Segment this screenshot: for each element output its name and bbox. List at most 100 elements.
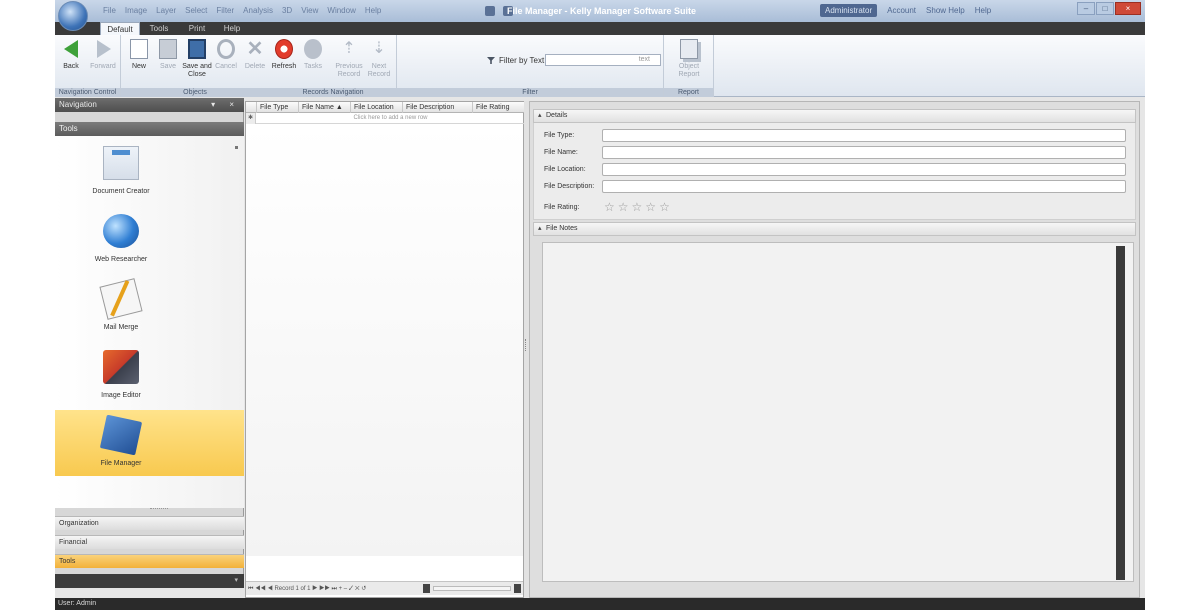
navigation-header: Navigation ▾ ×	[55, 98, 244, 112]
tools-section-header[interactable]: Tools	[55, 122, 244, 136]
back-button[interactable]: Back	[57, 39, 85, 83]
close-icon[interactable]: ×	[1115, 2, 1141, 15]
account-link[interactable]: Account	[887, 6, 916, 15]
mail-merge-icon	[99, 278, 143, 320]
star-icon[interactable]: ☆	[618, 201, 629, 213]
navigation-header-controls[interactable]: ▾ ×	[211, 98, 240, 112]
object-report-label: Object Report	[678, 63, 700, 78]
tab-default[interactable]: Default	[100, 22, 140, 35]
star-icon[interactable]: ☆	[632, 201, 643, 213]
file-notes-section-header[interactable]: ▴ File Notes	[533, 222, 1136, 236]
next-record-button[interactable]: ⇣ Next Record	[365, 39, 393, 83]
tool-label: Document Creator	[92, 188, 150, 195]
save-and-close-button[interactable]: Save and Close	[182, 39, 212, 83]
previous-record-button[interactable]: ⇡ Previous Record	[335, 39, 363, 83]
menu-item[interactable]: File	[103, 6, 116, 15]
user-chip[interactable]: Administrator	[820, 4, 878, 17]
ribbon-group-label: Filter	[397, 88, 663, 97]
scroll-left-icon[interactable]	[423, 584, 430, 593]
file-description-field[interactable]	[602, 180, 1126, 193]
menu-item[interactable]: Filter	[216, 6, 234, 15]
show-help-link[interactable]: Show Help	[926, 6, 965, 15]
object-report-button[interactable]: Object Report	[675, 39, 703, 83]
file-notes-editor[interactable]	[542, 242, 1134, 582]
app-window: File Image Layer Select Filter Analysis …	[55, 0, 1145, 598]
grid-body[interactable]	[246, 124, 523, 556]
refresh-icon	[275, 39, 293, 59]
tool-file-manager[interactable]: File Manager	[55, 410, 244, 476]
delete-button[interactable]: ✕ Delete	[241, 39, 269, 83]
tasks-button-label: Tasks	[304, 63, 322, 70]
file-location-field[interactable]	[602, 163, 1126, 176]
file-rating-stars[interactable]: ☆ ☆ ☆ ☆ ☆	[604, 201, 670, 213]
image-editor-icon	[103, 350, 139, 384]
window-controls: – □ ×	[1077, 2, 1141, 15]
tab-print[interactable]: Print	[185, 22, 209, 35]
cancel-button[interactable]: Cancel	[212, 39, 240, 83]
menu-item[interactable]: Analysis	[243, 6, 273, 15]
column-header-file-name[interactable]: File Name ▲	[298, 102, 350, 113]
column-header-file-location[interactable]: File Location	[350, 102, 402, 113]
report-icon	[680, 39, 698, 59]
minimize-icon[interactable]: –	[1077, 2, 1095, 15]
ribbon-group-navigation-control: Back Forward Navigation Control	[55, 35, 121, 97]
new-row[interactable]: ✱ Click here to add a new row	[246, 113, 525, 124]
details-section-header[interactable]: ▴ Details	[533, 109, 1136, 123]
nav-group-tools[interactable]: Tools	[55, 554, 244, 568]
quick-access-icon[interactable]	[485, 6, 495, 16]
file-name-field[interactable]	[602, 146, 1126, 159]
file-notes-section-title: File Notes	[546, 225, 578, 232]
maximize-icon[interactable]: □	[1096, 2, 1114, 15]
filter-icon	[487, 57, 495, 64]
tab-help[interactable]: Help	[221, 22, 243, 35]
ribbon: Back Forward Navigation Control New Save…	[55, 35, 1145, 97]
menu-bar: File Image Layer Select Filter Analysis …	[103, 6, 381, 15]
vertical-scrollbar[interactable]	[1116, 246, 1125, 580]
menu-item[interactable]: Help	[365, 6, 381, 15]
filter-label-text: Filter by Text	[499, 56, 545, 65]
tool-document-creator[interactable]: Document Creator	[55, 138, 244, 204]
document-creator-icon	[103, 146, 139, 180]
ribbon-group-label: Objects	[121, 88, 269, 97]
forward-button[interactable]: Forward	[89, 39, 117, 83]
help-link[interactable]: Help	[975, 6, 991, 15]
star-icon[interactable]: ☆	[604, 201, 615, 213]
sort-ascending-icon: ▲	[335, 104, 343, 111]
new-button[interactable]: New	[125, 39, 153, 83]
column-header-file-type[interactable]: File Type	[256, 102, 298, 113]
configure-buttons-icon[interactable]: ▾	[234, 576, 238, 584]
menu-item[interactable]: Image	[125, 6, 147, 15]
tool-mail-merge[interactable]: Mail Merge	[55, 274, 244, 340]
files-grid: File Type File Name ▲ File Location File…	[245, 101, 525, 598]
ribbon-group-label: Records Navigation	[269, 88, 397, 97]
star-icon[interactable]: ☆	[659, 201, 670, 213]
file-type-field[interactable]	[602, 129, 1126, 142]
navigation-panel: Navigation ▾ × Tools Document Creator We…	[55, 98, 244, 588]
column-header-file-rating[interactable]: File Rating	[472, 102, 525, 113]
tool-image-editor[interactable]: Image Editor	[55, 342, 244, 408]
application-menu-button[interactable]	[58, 1, 88, 31]
scroll-right-icon[interactable]	[514, 584, 521, 593]
column-header-file-description[interactable]: File Description	[402, 102, 472, 113]
star-icon[interactable]: ☆	[645, 201, 656, 213]
menu-item[interactable]: Layer	[156, 6, 176, 15]
file-manager-icon	[99, 414, 143, 456]
details-panel: ▴ Details File Type: File Name: File Loc…	[529, 101, 1140, 598]
tasks-button[interactable]: Tasks	[299, 39, 327, 83]
save-button[interactable]: Save	[154, 39, 182, 83]
horizontal-scrollbar[interactable]	[433, 586, 511, 591]
nav-group-financial[interactable]: Financial	[55, 535, 244, 549]
menu-item[interactable]: Select	[185, 6, 207, 15]
panel-resize-handle[interactable]	[150, 508, 168, 510]
menu-item[interactable]: 3D	[282, 6, 292, 15]
navigation-title: Navigation	[59, 100, 97, 109]
menu-item[interactable]: Window	[327, 6, 355, 15]
refresh-button[interactable]: Refresh	[270, 39, 298, 83]
previous-record-label: Previous Record	[335, 63, 363, 78]
tab-tools[interactable]: Tools	[145, 22, 173, 35]
nav-group-organization[interactable]: Organization	[55, 516, 244, 530]
menu-item[interactable]: View	[301, 6, 318, 15]
filter-input[interactable]: text	[545, 54, 661, 66]
new-document-icon	[130, 39, 148, 59]
tool-web-researcher[interactable]: Web Researcher	[55, 206, 244, 272]
